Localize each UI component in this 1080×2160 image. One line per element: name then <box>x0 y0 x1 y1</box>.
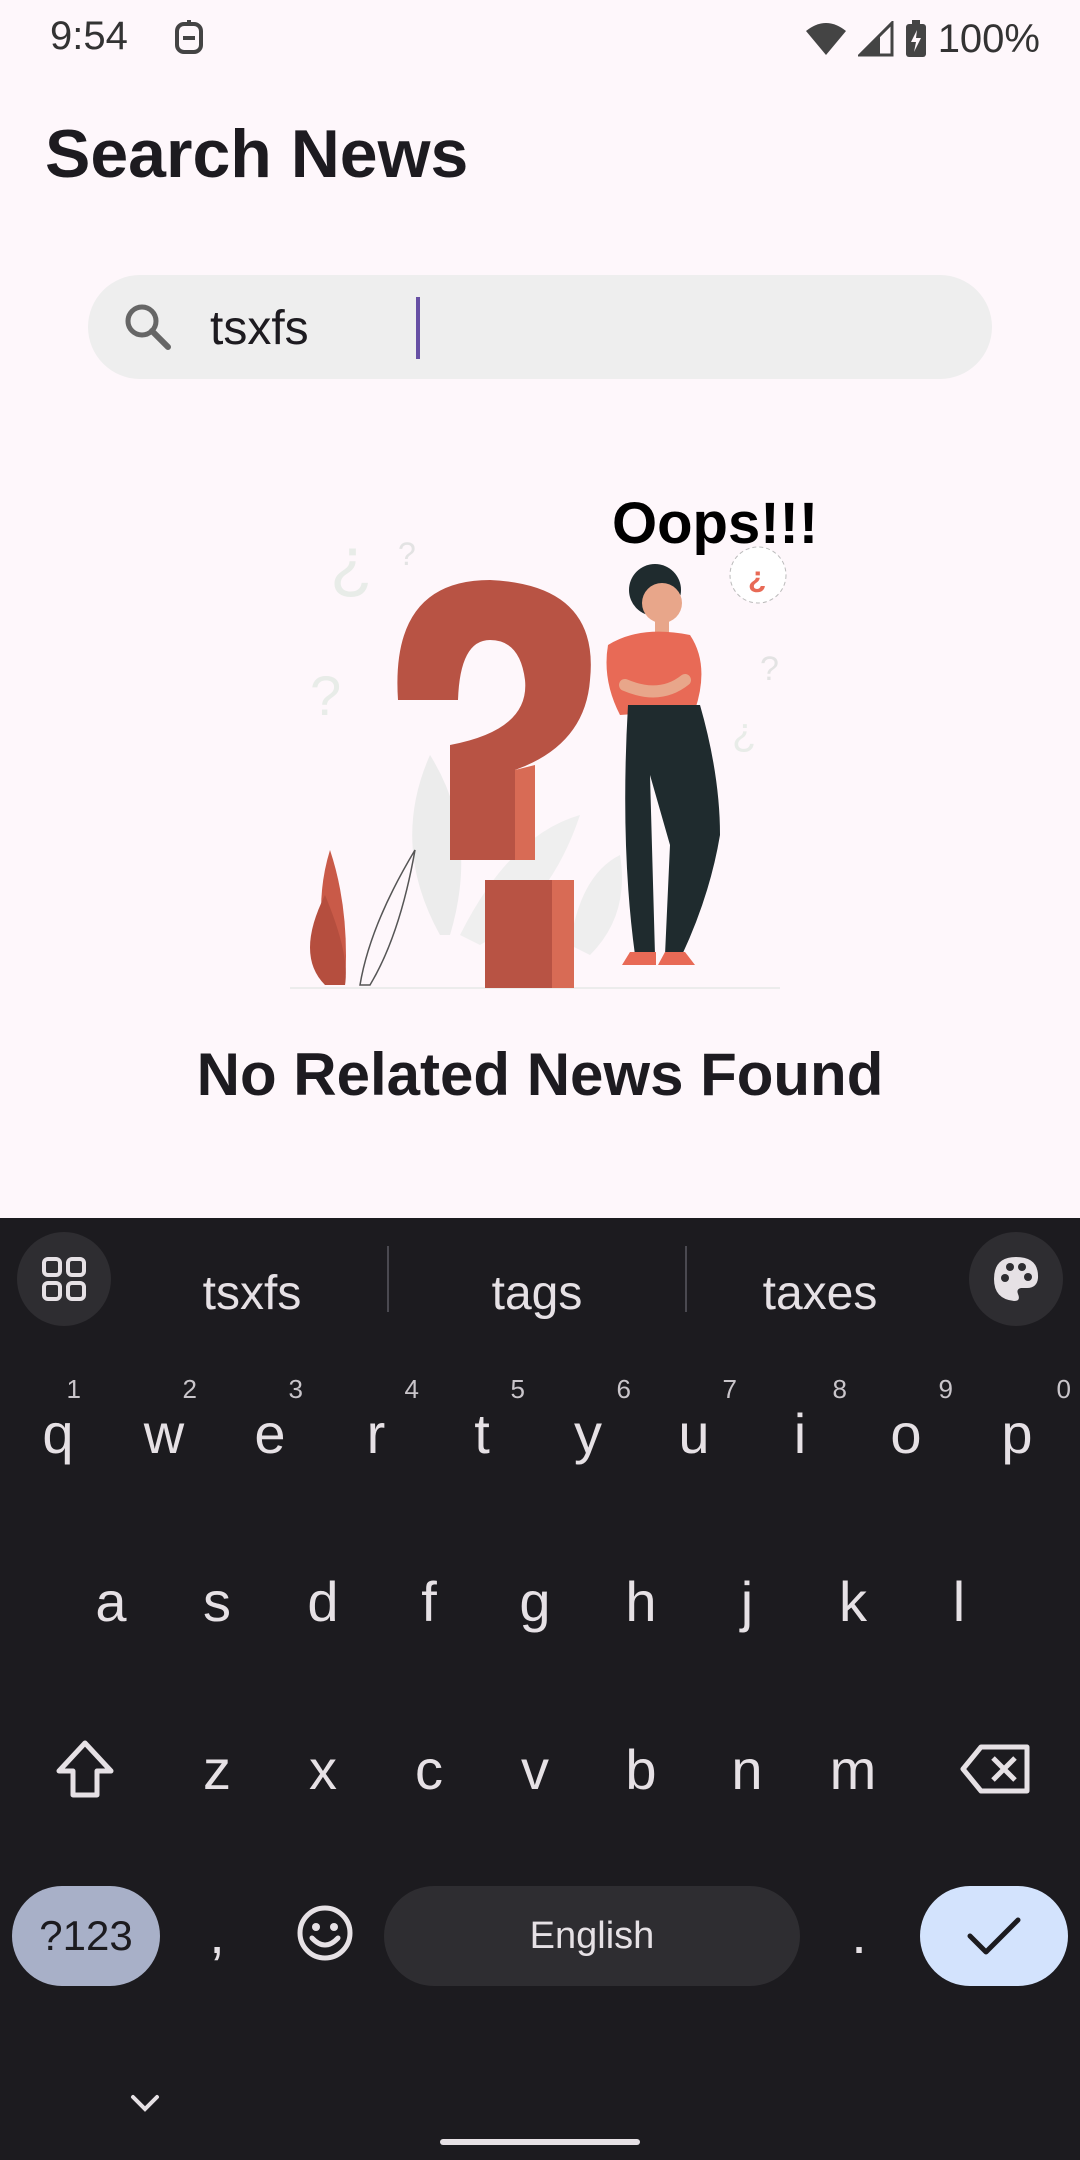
page-title: Search News <box>45 116 469 192</box>
key-d[interactable]: d <box>270 1536 376 1666</box>
key-e[interactable]: e3 <box>217 1368 323 1498</box>
backspace-key[interactable] <box>930 1704 1060 1834</box>
key-g[interactable]: g <box>482 1536 588 1666</box>
key-v[interactable]: v <box>482 1704 588 1834</box>
palette-icon <box>994 1257 1039 1301</box>
search-icon <box>125 304 171 350</box>
key-x[interactable]: x <box>270 1704 376 1834</box>
keyboard-theme-button[interactable] <box>969 1232 1063 1326</box>
space-key[interactable]: English <box>384 1886 800 1986</box>
shift-key[interactable] <box>20 1704 150 1834</box>
key-u[interactable]: u7 <box>641 1368 747 1498</box>
suggestion-3[interactable]: taxes <box>690 1248 950 1338</box>
key-t[interactable]: t5 <box>429 1368 535 1498</box>
key-l[interactable]: l <box>906 1536 1012 1666</box>
svg-text:?: ? <box>310 664 341 727</box>
suggestion-divider <box>685 1246 687 1312</box>
key-p[interactable]: p0 <box>959 1368 1075 1498</box>
svg-text:¿: ¿ <box>748 561 766 594</box>
key-o[interactable]: o9 <box>853 1368 959 1498</box>
svg-text:¿: ¿ <box>732 710 756 754</box>
key-n[interactable]: n <box>694 1704 800 1834</box>
suggestion-2[interactable]: tags <box>392 1248 682 1338</box>
svg-text:?: ? <box>760 650 779 688</box>
key-k[interactable]: k <box>800 1536 906 1666</box>
emoji-key[interactable] <box>280 1868 370 1998</box>
period-key[interactable]: . <box>814 1868 904 1998</box>
key-r[interactable]: r4 <box>323 1368 429 1498</box>
enter-key[interactable] <box>920 1886 1068 1986</box>
key-z[interactable]: z <box>164 1704 270 1834</box>
battery-icon <box>905 20 926 57</box>
symbols-key[interactable]: ?123 <box>12 1886 160 1986</box>
battery-percent: 100% <box>937 16 1040 61</box>
search-input[interactable] <box>208 289 912 367</box>
key-q[interactable]: q1 <box>5 1368 111 1498</box>
key-b[interactable]: b <box>588 1704 694 1834</box>
key-y[interactable]: y6 <box>535 1368 641 1498</box>
confused-person-illustration: ¿ ? ? ? ¿ ¿ <box>290 522 787 989</box>
status-icons: 100% <box>804 14 1040 64</box>
status-time: 9:54 <box>50 14 128 58</box>
keyboard-apps-button[interactable] <box>17 1232 111 1326</box>
wifi-icon <box>805 23 846 55</box>
text-cursor <box>416 297 420 359</box>
key-h[interactable]: h <box>588 1536 694 1666</box>
comma-key[interactable]: , <box>172 1868 262 1998</box>
key-a[interactable]: a <box>58 1536 164 1666</box>
svg-text:?: ? <box>398 536 416 572</box>
hide-keyboard-button[interactable] <box>110 2068 180 2138</box>
grid-icon <box>42 1257 86 1301</box>
key-w[interactable]: w2 <box>111 1368 217 1498</box>
key-f[interactable]: f <box>376 1536 482 1666</box>
key-j[interactable]: j <box>694 1536 800 1666</box>
backspace-icon <box>960 1744 1030 1794</box>
suggestion-divider <box>387 1246 389 1312</box>
status-bar: 9:54 100% <box>0 0 1080 80</box>
suggestion-1[interactable]: tsxfs <box>112 1248 392 1338</box>
svg-text:¿: ¿ <box>330 522 373 600</box>
notification-icon <box>175 20 203 54</box>
emoji-icon <box>297 1905 353 1961</box>
shift-icon <box>56 1740 114 1798</box>
soft-keyboard: tsxfs tags taxes q1 w2 e3 r4 t5 y6 u7 i8… <box>0 1218 1080 2160</box>
key-m[interactable]: m <box>800 1704 906 1834</box>
checkmark-icon <box>967 1917 1021 1955</box>
gesture-nav-bar[interactable] <box>440 2139 640 2145</box>
chevron-down-icon <box>131 2095 159 2112</box>
key-i[interactable]: i8 <box>747 1368 853 1498</box>
key-s[interactable]: s <box>164 1536 270 1666</box>
key-c[interactable]: c <box>376 1704 482 1834</box>
signal-icon <box>857 21 894 57</box>
no-results-message: No Related News Found <box>196 1041 884 1108</box>
search-bar[interactable] <box>88 275 992 379</box>
